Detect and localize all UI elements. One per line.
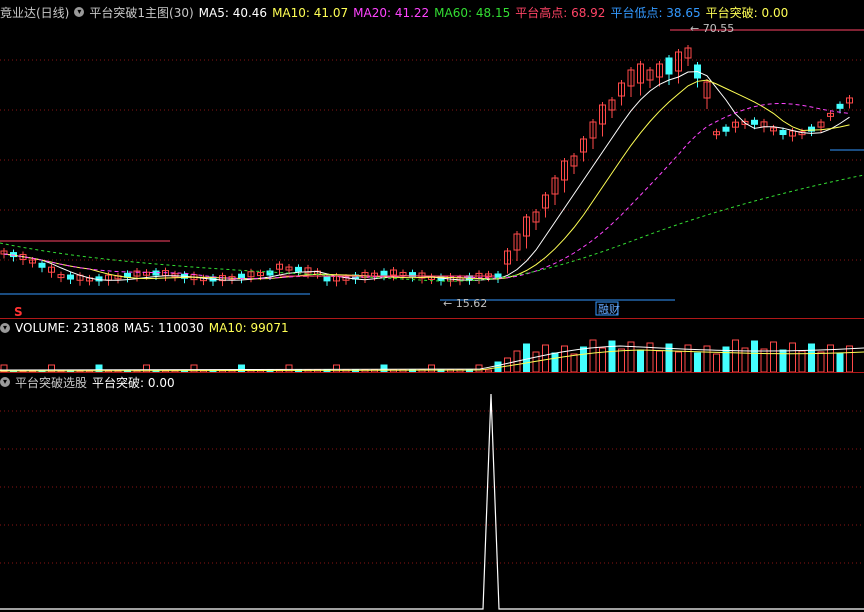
volume-bar bbox=[836, 352, 844, 372]
volume-bar bbox=[504, 357, 511, 372]
volume-bar bbox=[637, 349, 644, 372]
volume-bar bbox=[675, 351, 682, 372]
ma10-line bbox=[3, 79, 850, 280]
candle bbox=[836, 103, 844, 109]
volume-bar bbox=[713, 353, 720, 372]
volume-bar bbox=[580, 346, 587, 372]
sell-signal-marker: S bbox=[14, 305, 23, 318]
candle bbox=[665, 57, 673, 75]
candle bbox=[67, 274, 74, 280]
volume-bar bbox=[770, 341, 777, 372]
volume-bar bbox=[285, 364, 293, 372]
candle bbox=[238, 273, 245, 279]
volume-bar bbox=[333, 364, 340, 372]
volume-bar bbox=[808, 343, 815, 372]
volume-bar bbox=[380, 364, 388, 372]
volume-menu-icon[interactable]: ▾ bbox=[0, 323, 10, 333]
candle bbox=[751, 119, 758, 125]
formula-menu-icon[interactable]: ▾ bbox=[74, 7, 85, 17]
candle bbox=[722, 126, 730, 132]
ma5-line bbox=[3, 71, 850, 281]
candle bbox=[779, 130, 787, 136]
volume-bar bbox=[760, 348, 768, 372]
volume-bar bbox=[570, 353, 578, 372]
volume-value-2: MA10: 99071 bbox=[208, 321, 289, 335]
volume-ma5-line bbox=[0, 345, 864, 371]
volume-bar bbox=[542, 344, 549, 372]
indicator-title[interactable]: 平台突破选股 bbox=[15, 374, 87, 391]
volume-bar bbox=[827, 344, 834, 372]
volume-bar bbox=[608, 340, 616, 372]
volume-bar bbox=[428, 364, 435, 372]
candle bbox=[494, 273, 502, 279]
indicator-values: 平台突破: 0.00 bbox=[92, 374, 180, 391]
candle bbox=[295, 266, 302, 272]
indicator-header: ▾ 平台突破选股 平台突破: 0.00 bbox=[0, 373, 185, 391]
breakout-signal-line bbox=[0, 393, 864, 610]
volume-bar bbox=[789, 342, 796, 372]
candle bbox=[323, 276, 331, 282]
finance-badge: 融财 bbox=[598, 302, 620, 316]
indicator-value-0: 平台突破: 0.00 bbox=[92, 375, 175, 390]
volume-bar bbox=[523, 343, 530, 372]
high-price-label: ← 70.55 bbox=[690, 22, 734, 35]
indicator-menu-icon[interactable]: ▾ bbox=[0, 377, 10, 387]
volume-bar bbox=[618, 348, 625, 372]
volume-bar bbox=[561, 345, 568, 372]
candle bbox=[38, 262, 46, 268]
volume-bar bbox=[694, 352, 701, 372]
volume-bar bbox=[817, 351, 825, 372]
volume-bar bbox=[732, 339, 739, 372]
volume-bar bbox=[741, 347, 749, 372]
volume-ma10-line bbox=[0, 349, 864, 372]
volume-indicator-values: VOLUME: 231808 MA5: 110030 MA10: 99071 bbox=[15, 321, 294, 335]
low-price-label: ← 15.62 bbox=[443, 297, 487, 310]
volume-bar bbox=[846, 345, 853, 372]
volume-chart[interactable] bbox=[0, 336, 864, 372]
volume-bar bbox=[656, 350, 663, 372]
ma60-line bbox=[0, 174, 864, 282]
volume-value-1: MA5: 110030 bbox=[123, 321, 204, 335]
volume-value-0: VOLUME: 231808 bbox=[15, 321, 119, 335]
volume-bar bbox=[751, 340, 758, 372]
volume-bar bbox=[589, 339, 597, 372]
volume-header: ▾ VOLUME: 231808 MA5: 110030 MA10: 99071 bbox=[0, 319, 299, 337]
volume-bar bbox=[551, 352, 559, 372]
price-chart[interactable]: ← 70.55 ← 15.62 融财 S bbox=[0, 18, 864, 318]
indicator-chart[interactable] bbox=[0, 391, 864, 611]
candle bbox=[380, 270, 388, 276]
